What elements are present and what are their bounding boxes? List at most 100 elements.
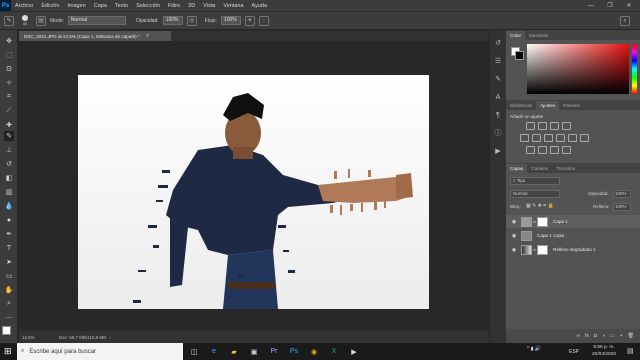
invert-adjust-icon[interactable] [526,146,535,154]
layer-row[interactable]: ◉ ∞ Capa 1 [506,215,640,228]
new-layer-icon[interactable]: + [620,333,623,339]
exposure-adjust-icon[interactable] [562,122,571,130]
lasso-tool-icon[interactable]: ʘ [4,64,14,74]
hand-tool-icon[interactable]: ✋ [4,285,14,295]
tab-color[interactable]: Color [506,31,525,40]
black-white-adjust-icon[interactable] [556,134,565,142]
levels-adjust-icon[interactable] [538,122,547,130]
document-canvas[interactable] [78,75,429,309]
color-balance-adjust-icon[interactable] [544,134,553,142]
gradient-map-adjust-icon[interactable] [562,146,571,154]
mask-thumbnail[interactable] [537,244,548,255]
brightness-adjust-icon[interactable] [526,122,535,130]
tab-capas[interactable]: Capas [506,164,528,173]
file-explorer-icon[interactable]: ▰ [225,345,243,358]
history-panel-icon[interactable]: ↺ [493,38,503,48]
notifications-icon[interactable]: ▤ [627,347,634,355]
tab-muestras[interactable]: Muestras [525,31,552,40]
menu-imagen[interactable]: Imagen [63,3,89,9]
foreground-color-swatch[interactable] [2,326,11,335]
color-picker-field[interactable] [527,44,629,94]
quick-select-tool-icon[interactable]: ✧ [4,78,14,88]
visibility-eye-icon[interactable]: ◉ [510,219,518,225]
zoom-level[interactable]: 12,5% [22,335,35,340]
zoom-tool-icon[interactable]: ⌕ [4,299,14,309]
menu-texto[interactable]: Texto [111,3,132,9]
healing-tool-icon[interactable]: ✚ [4,120,14,130]
dodge-tool-icon[interactable]: ● [4,215,14,225]
actions-panel-icon[interactable]: ▶ [493,146,503,156]
tab-bibliotecas[interactable]: Bibliotecas [506,101,536,110]
flow-input[interactable]: 100% [220,16,241,25]
lock-icons[interactable]: ▦ ✎ ✥ ⌗ 🔒 [526,203,554,209]
vibrance-adjust-icon[interactable] [520,134,529,142]
blend-mode-select[interactable]: Normal [510,190,560,198]
tab-trazados[interactable]: Trazados [552,164,579,173]
edge-icon[interactable]: e [205,345,223,358]
status-arrow-icon[interactable]: › [109,335,111,340]
visibility-eye-icon[interactable]: ◉ [510,233,518,239]
brush-settings-panel-icon[interactable]: ✎ [493,74,503,84]
brush-preset-picker[interactable]: 40 [18,15,32,26]
blur-tool-icon[interactable]: 💧 [4,201,14,211]
windows-start-icon[interactable]: ⊞ [4,346,14,356]
path-select-tool-icon[interactable]: ➤ [4,257,14,267]
task-view-icon[interactable]: ◫ [185,345,203,358]
paragraph-panel-icon[interactable]: ¶ [493,110,503,120]
close-tab-icon[interactable]: ✕ [146,33,150,39]
language-indicator[interactable]: ESP [569,349,579,355]
info-panel-icon[interactable]: ⓘ [493,128,503,138]
brush-tool-icon[interactable]: ✎ [4,15,14,26]
posterize-adjust-icon[interactable] [538,146,547,154]
gradient-tool-icon[interactable]: ▥ [4,187,14,197]
pen-tool-icon[interactable]: ✒ [4,229,14,239]
chrome-icon[interactable]: ◉ [305,345,323,358]
mode-select[interactable]: Normal [67,16,126,25]
maximize-icon[interactable]: ❐ [603,0,617,11]
layer-style-icon[interactable]: fx [585,333,589,339]
excel-icon[interactable]: X [325,345,343,358]
eyedropper-tool-icon[interactable]: ⟋ [4,106,14,116]
delete-layer-icon[interactable]: 🗑 [628,333,634,339]
new-group-icon[interactable]: ▭ [610,333,615,339]
background-color-swatch[interactable] [515,51,524,60]
new-adjustment-icon[interactable]: ◑ [602,333,605,339]
hue-saturation-adjust-icon[interactable] [532,134,541,142]
clock[interactable]: 5:56 p. m. 20/04/2020 [584,344,624,358]
photoshop-taskbar-icon[interactable]: Ps [285,345,303,358]
layer-row[interactable]: ◉ Capa 1 copia [506,229,640,242]
menu-archivo[interactable]: Archivo [11,3,37,9]
eraser-tool-icon[interactable]: ◧ [4,173,14,183]
type-tool-icon[interactable]: T [4,243,14,253]
tab-paneles[interactable]: Paneles [559,101,584,110]
menu-seleccion[interactable]: Selección [132,3,164,9]
more-tools-icon[interactable]: ⋯ [4,313,14,323]
mask-thumbnail[interactable] [537,216,548,227]
menu-filtro[interactable]: Filtro [164,3,184,9]
menu-ventana[interactable]: Ventana [219,3,247,9]
add-mask-icon[interactable]: ◘ [594,333,597,339]
shape-tool-icon[interactable]: ▭ [4,271,14,281]
airbrush-icon[interactable]: ✈ [244,15,255,26]
properties-panel-icon[interactable]: ☰ [493,56,503,66]
tab-ajustes[interactable]: Ajustes [536,101,560,110]
layer-opacity-input[interactable]: 100% [613,190,631,198]
media-icon[interactable]: ▶ [345,345,363,358]
character-panel-icon[interactable]: A [493,92,503,102]
search-icon[interactable]: ⌕ [620,16,630,26]
fill-input[interactable]: 100% [613,203,631,211]
crop-tool-icon[interactable]: ⌗ [4,92,14,102]
history-brush-tool-icon[interactable]: ↺ [4,159,14,169]
premiere-icon[interactable]: Pr [265,345,283,358]
threshold-adjust-icon[interactable] [550,146,559,154]
hue-slider[interactable] [632,44,637,94]
menu-vista[interactable]: Vista [199,3,219,9]
photo-filter-adjust-icon[interactable] [568,134,577,142]
move-tool-icon[interactable]: ✥ [4,36,14,46]
smoothing-icon[interactable]: ◌ [258,15,269,26]
brush-settings-icon[interactable]: ▤ [36,15,46,26]
marquee-tool-icon[interactable]: ⬚ [4,50,14,60]
curves-adjust-icon[interactable] [550,122,559,130]
close-icon[interactable]: ✕ [622,0,636,11]
minimize-icon[interactable]: — [584,0,598,11]
